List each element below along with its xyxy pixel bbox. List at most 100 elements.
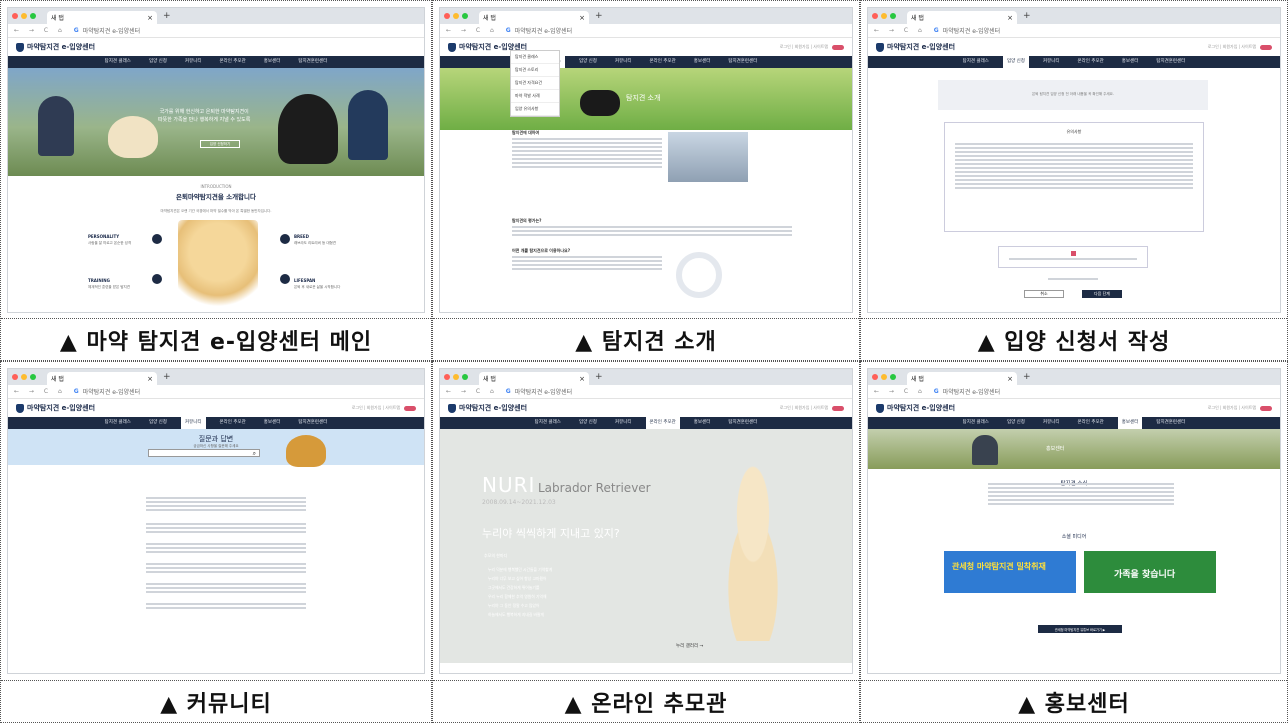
sub-menu-item[interactable]: 마약 적발 사례 xyxy=(511,90,559,103)
maximize-window-icon[interactable] xyxy=(890,13,896,19)
minimize-window-icon[interactable] xyxy=(453,13,459,19)
tab-close-icon[interactable]: × xyxy=(579,375,585,383)
maximize-window-icon[interactable] xyxy=(890,374,896,380)
site-logo[interactable]: 마약탐지견 e-입양센터 xyxy=(27,42,95,52)
list-item[interactable] xyxy=(146,603,306,605)
util-links[interactable]: 로그인 | 회원가입 | 사이트맵 xyxy=(1208,44,1256,50)
nav-community[interactable]: 커뮤니티 xyxy=(611,56,636,68)
promo-card-1[interactable]: 관세청 마약탐지견 밀착취재 xyxy=(944,551,1076,593)
new-tab-icon[interactable]: + xyxy=(1023,11,1031,21)
nav-training[interactable]: 탐지견훈련센터 xyxy=(1152,56,1189,68)
browser-tab[interactable]: 새 탭 × xyxy=(47,372,157,385)
tab-close-icon[interactable]: × xyxy=(147,14,153,22)
nav-community[interactable]: 커뮤니티 xyxy=(1039,56,1064,68)
close-window-icon[interactable] xyxy=(444,374,450,380)
nav-memorial[interactable]: 온라인 추모관 xyxy=(1074,56,1108,68)
nav-training[interactable]: 탐지견훈련센터 xyxy=(1152,417,1189,429)
close-window-icon[interactable] xyxy=(12,13,18,19)
nav-apply[interactable]: 입양 신청 xyxy=(1002,56,1029,68)
nav-apply[interactable]: 입양 신청 xyxy=(575,56,601,68)
nav-memorial[interactable]: 온라인 추모관 xyxy=(645,417,680,429)
nav-apply[interactable]: 입양 신청 xyxy=(145,417,171,429)
nav-apply[interactable]: 입양 신청 xyxy=(575,417,601,429)
nav-community[interactable]: 커뮤니티 xyxy=(180,417,206,429)
close-window-icon[interactable] xyxy=(444,13,450,19)
next-button[interactable]: 다음 단계 xyxy=(1082,290,1122,298)
sns-badges[interactable] xyxy=(1260,44,1272,50)
nav-memorial[interactable]: 온라인 추모관 xyxy=(1074,417,1108,429)
youtube-button[interactable]: 관세청 마약탐지견 유튜브 바로가기 ▶ xyxy=(1038,625,1122,633)
nav-buttons[interactable]: ← → C ⌂ xyxy=(446,27,498,34)
nav-buttons[interactable]: ← → C ⌂ xyxy=(874,27,926,34)
nav-apply[interactable]: 입양 신청 xyxy=(145,56,171,68)
nav-training[interactable]: 탐지견훈련센터 xyxy=(724,56,761,68)
maximize-window-icon[interactable] xyxy=(30,374,36,380)
site-logo[interactable]: 마약탐지견 e-입양센터 xyxy=(887,42,955,52)
nav-buttons[interactable]: ← → C ⌂ xyxy=(874,388,926,395)
list-item[interactable] xyxy=(146,543,306,545)
nav-pr[interactable]: 홍보센터 xyxy=(260,56,285,68)
nav-buttons[interactable]: ← → C ⌂ xyxy=(14,27,66,34)
nav-pr[interactable]: 홍보센터 xyxy=(1117,417,1143,429)
new-tab-icon[interactable]: + xyxy=(163,11,171,21)
address-bar[interactable]: ← → C ⌂ G 마약탐지견 e-입양센터 xyxy=(440,24,852,38)
sns-badges[interactable] xyxy=(832,44,844,50)
nav-buttons[interactable]: ← → C ⌂ xyxy=(14,388,66,395)
address-bar[interactable]: ← → C ⌂ G 마약탐지견 e-입양센터 xyxy=(440,385,852,399)
minimize-window-icon[interactable] xyxy=(21,374,27,380)
address-bar[interactable]: ← → C ⌂ G 마약탐지견 e-입양센터 xyxy=(8,24,424,38)
nav-training[interactable]: 탐지견훈련센터 xyxy=(294,417,331,429)
list-item[interactable] xyxy=(146,505,306,507)
sub-menu-item[interactable]: 탐지견 클래스 xyxy=(511,51,559,64)
list-item[interactable] xyxy=(146,523,306,525)
gallery-link[interactable]: 누리 갤러리 → xyxy=(676,643,703,649)
util-links[interactable]: 로그인 | 회원가입 | 사이트맵 xyxy=(352,405,400,411)
nav-training[interactable]: 탐지견훈련센터 xyxy=(294,56,331,68)
nav-pr[interactable]: 홍보센터 xyxy=(260,417,285,429)
sns-badges[interactable] xyxy=(1260,405,1272,411)
tab-close-icon[interactable]: × xyxy=(147,375,153,383)
address-bar[interactable]: ← → C ⌂ G 마약탐지견 e-입양센터 xyxy=(868,385,1280,399)
sns-badges[interactable] xyxy=(832,405,844,411)
nav-memorial[interactable]: 온라인 추모관 xyxy=(216,56,250,68)
new-tab-icon[interactable]: + xyxy=(595,11,603,21)
nav-buttons[interactable]: ← → C ⌂ xyxy=(446,388,498,395)
new-tab-icon[interactable]: + xyxy=(163,372,171,382)
list-item[interactable] xyxy=(988,483,1174,485)
list-item[interactable] xyxy=(146,501,306,503)
minimize-window-icon[interactable] xyxy=(21,13,27,19)
address-bar[interactable]: ← → C ⌂ G 마약탐지견 e-입양센터 xyxy=(868,24,1280,38)
nav-training[interactable]: 탐지견훈련센터 xyxy=(724,417,761,429)
minimize-window-icon[interactable] xyxy=(881,13,887,19)
address-bar[interactable]: ← → C ⌂ G 마약탐지견 e-입양센터 xyxy=(8,385,424,399)
util-links[interactable]: 로그인 | 회원가입 | 사이트맵 xyxy=(1208,405,1256,411)
browser-tab[interactable]: 새 탭 × xyxy=(907,372,1017,385)
browser-tab[interactable]: 새 탭 × xyxy=(907,11,1017,24)
apply-button[interactable]: 입양 신청하기 xyxy=(200,140,240,148)
nav-class[interactable]: 탐지견 클래스 xyxy=(959,417,993,429)
list-item[interactable] xyxy=(988,503,1174,505)
list-item[interactable] xyxy=(146,583,306,585)
list-item[interactable] xyxy=(988,487,1174,489)
nav-pr[interactable]: 홍보센터 xyxy=(690,56,715,68)
maximize-window-icon[interactable] xyxy=(30,13,36,19)
new-tab-icon[interactable]: + xyxy=(595,372,603,382)
search-icon[interactable]: ⌕ xyxy=(253,450,256,458)
minimize-window-icon[interactable] xyxy=(453,374,459,380)
browser-tab[interactable]: 새 탭 × xyxy=(479,11,589,24)
search-input[interactable]: ⌕ xyxy=(148,449,260,457)
close-window-icon[interactable] xyxy=(12,374,18,380)
close-window-icon[interactable] xyxy=(872,374,878,380)
list-item[interactable] xyxy=(988,491,1174,493)
site-logo[interactable]: 마약탐지견 e-입양센터 xyxy=(887,403,955,413)
close-window-icon[interactable] xyxy=(872,13,878,19)
browser-tab[interactable]: 새 탭 × xyxy=(47,11,157,24)
nav-memorial[interactable]: 온라인 추모관 xyxy=(646,56,680,68)
nav-memorial[interactable]: 온라인 추모관 xyxy=(216,417,250,429)
nav-community[interactable]: 커뮤니티 xyxy=(611,417,636,429)
nav-pr[interactable]: 홍보센터 xyxy=(690,417,715,429)
list-item[interactable] xyxy=(988,495,1174,497)
cancel-button[interactable]: 취소 xyxy=(1024,290,1064,298)
list-item[interactable] xyxy=(988,499,1174,501)
list-item[interactable] xyxy=(146,497,306,499)
